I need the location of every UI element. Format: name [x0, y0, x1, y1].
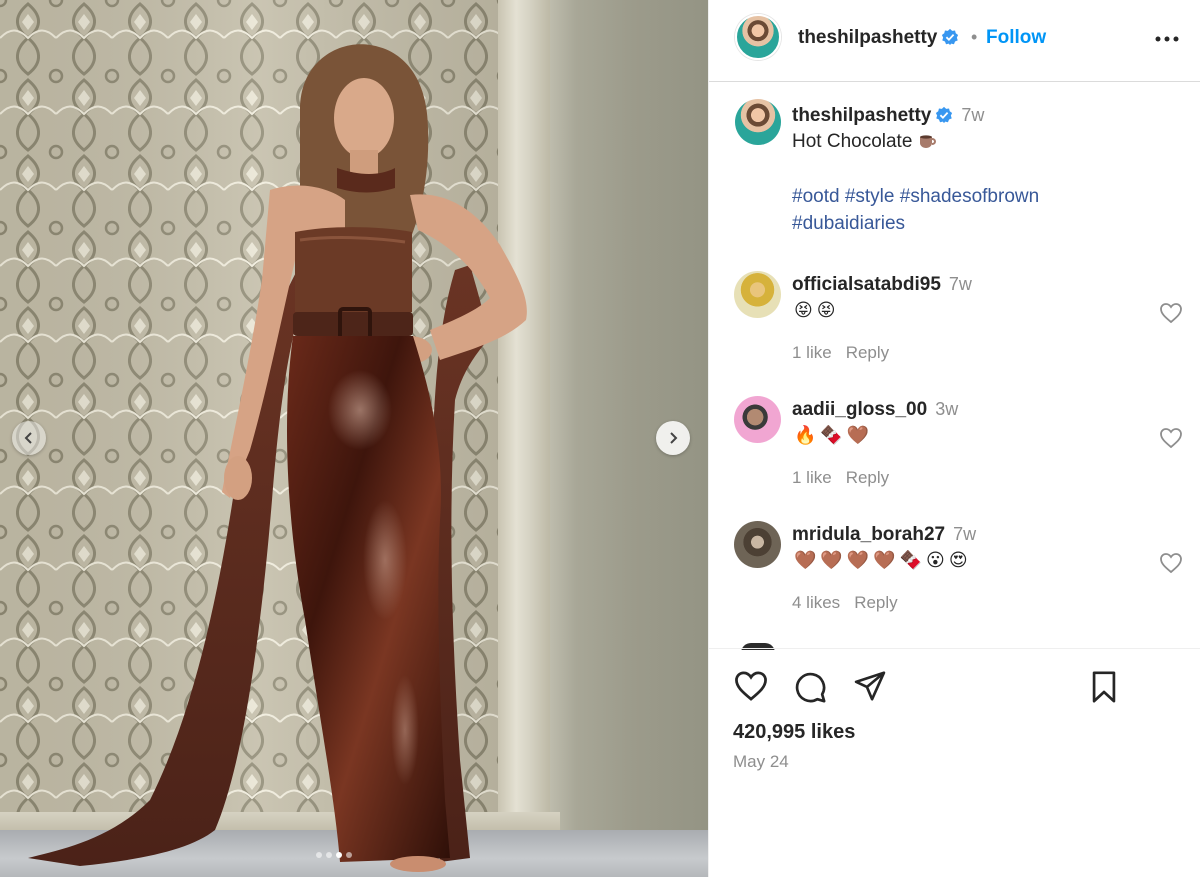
carousel-dot[interactable]	[346, 852, 352, 858]
post-actions: 420,995 likes May 24	[709, 650, 1200, 877]
caption-hashtags: #ootd #style #shadesofbrown #dubaidiarie…	[792, 183, 1092, 237]
carousel-dot-active[interactable]	[336, 852, 342, 858]
paper-plane-icon	[854, 671, 886, 701]
hashtag-link[interactable]: #dubaidiaries	[792, 213, 905, 234]
comment-username[interactable]: officialsatabdi95	[792, 274, 941, 295]
comment-button[interactable]	[793, 670, 827, 709]
verified-badge-icon	[936, 106, 953, 124]
caption-username[interactable]: theshilpashetty	[792, 105, 931, 126]
bookmark-icon	[1092, 671, 1116, 703]
carousel-dot[interactable]	[326, 852, 332, 858]
header-separator: •	[971, 27, 978, 47]
heart-outline-icon	[1160, 553, 1182, 574]
caption-username-group: theshilpashetty 7w	[792, 105, 984, 127]
comment-username-group: mridula_borah27 7w	[792, 524, 976, 546]
share-button[interactable]	[853, 670, 887, 707]
comment-item: mridula_borah27 7w 🤎🤎🤎🤎🍫😮😍 4 likes Reply	[709, 521, 1200, 631]
comment-item: officialsatabdi95 7w 😝😝 1 like Reply	[709, 271, 1200, 381]
actions-divider	[709, 648, 1200, 649]
comment-time: 7w	[948, 274, 972, 294]
caption-text-row: Hot Chocolate	[792, 131, 938, 153]
author-username[interactable]: theshilpashetty	[798, 27, 937, 48]
carousel-next-button[interactable]	[656, 421, 690, 455]
carousel-prev-button[interactable]	[12, 421, 46, 455]
commenter-avatar[interactable]	[734, 396, 781, 443]
comment-like-button[interactable]	[1159, 427, 1183, 454]
hashtag-link[interactable]: #ootd	[792, 186, 840, 207]
heart-outline-icon	[1160, 428, 1182, 449]
post-media[interactable]	[0, 0, 708, 877]
comment-text: 🤎🤎🤎🤎🍫😮😍	[794, 550, 972, 570]
commenter-avatar[interactable]	[734, 271, 781, 318]
post-like-count[interactable]: 420,995 likes	[733, 721, 855, 744]
comment-like-count[interactable]: 1 like	[792, 343, 832, 362]
more-horizontal-icon	[1155, 36, 1179, 42]
comment-username-group: officialsatabdi95 7w	[792, 274, 972, 296]
comment-actions: 1 like Reply	[792, 343, 889, 363]
hashtag-link[interactable]: #style	[845, 186, 895, 207]
chevron-left-icon	[24, 432, 32, 444]
comment-like-button[interactable]	[1159, 302, 1183, 329]
comment-text: 🔥🍫🤎	[794, 425, 874, 445]
comment-item: aadii_gloss_00 3w 🔥🍫🤎 1 like Reply	[709, 396, 1200, 506]
hashtag-link[interactable]: #shadesofbrown	[900, 186, 1039, 207]
commenter-avatar[interactable]	[734, 521, 781, 568]
coffee-cup-icon	[920, 135, 937, 148]
comment-like-count[interactable]: 1 like	[792, 468, 832, 487]
comment-time: 3w	[935, 399, 959, 419]
author-username-group: theshilpashetty	[798, 27, 959, 49]
author-avatar[interactable]	[735, 14, 781, 60]
comment-actions: 1 like Reply	[792, 468, 889, 488]
comment-username-group: aadii_gloss_00 3w	[792, 399, 958, 421]
comment-reply-button[interactable]: Reply	[846, 468, 889, 487]
comment-username[interactable]: mridula_borah27	[792, 524, 945, 545]
comment-like-button[interactable]	[1159, 552, 1183, 579]
heart-icon	[735, 671, 767, 701]
carousel-dots	[316, 852, 352, 858]
comment-bubble-icon	[795, 672, 826, 703]
follow-button[interactable]: Follow	[986, 27, 1046, 49]
comment-time: 7w	[953, 524, 977, 544]
caption-text: Hot Chocolate	[792, 131, 913, 152]
caption-time: 7w	[961, 105, 985, 125]
comment-reply-button[interactable]: Reply	[854, 593, 897, 612]
post-date[interactable]: May 24	[733, 752, 789, 772]
carousel-dot[interactable]	[316, 852, 322, 858]
post-header: theshilpashetty • Follow	[709, 0, 1200, 82]
caption-avatar[interactable]	[735, 99, 781, 145]
like-button[interactable]	[733, 670, 769, 707]
more-options-button[interactable]	[1152, 26, 1182, 52]
comment-username[interactable]: aadii_gloss_00	[792, 399, 927, 420]
heart-outline-icon	[1160, 303, 1182, 324]
verified-badge-icon	[942, 28, 959, 46]
comment-text: 😝😝	[794, 300, 840, 320]
comment-actions: 4 likes Reply	[792, 593, 898, 613]
save-button[interactable]	[1089, 670, 1119, 709]
model-figure-image	[28, 44, 527, 872]
chevron-right-icon	[670, 432, 678, 444]
comment-reply-button[interactable]: Reply	[846, 343, 889, 362]
post-side-panel: theshilpashetty • Follow theshilpashetty…	[708, 0, 1200, 877]
comment-like-count[interactable]: 4 likes	[792, 593, 840, 612]
